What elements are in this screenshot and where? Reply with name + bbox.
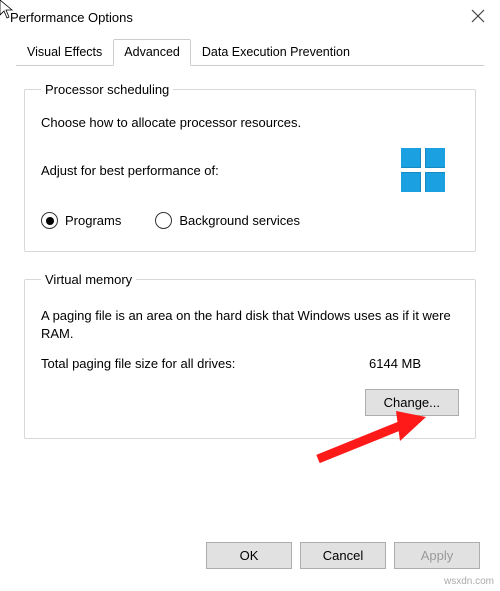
- radio-bg-label: Background services: [179, 213, 300, 228]
- dialog-buttons: OK Cancel Apply: [0, 532, 500, 569]
- ok-button[interactable]: OK: [206, 542, 292, 569]
- tab-content: Processor scheduling Choose how to alloc…: [0, 66, 500, 439]
- adjust-label: Adjust for best performance of:: [41, 163, 401, 178]
- window-title: Performance Options: [10, 10, 490, 25]
- radio-icon: [41, 212, 58, 229]
- tab-bar: Visual Effects Advanced Data Execution P…: [16, 38, 484, 66]
- change-button[interactable]: Change...: [365, 389, 459, 416]
- radio-background-services[interactable]: Background services: [155, 212, 300, 229]
- radio-icon: [155, 212, 172, 229]
- watermark: wsxdn.com: [444, 576, 494, 587]
- radio-programs[interactable]: Programs: [41, 212, 121, 229]
- tab-dep[interactable]: Data Execution Prevention: [191, 39, 361, 66]
- tab-advanced[interactable]: Advanced: [113, 39, 191, 66]
- cancel-button[interactable]: Cancel: [300, 542, 386, 569]
- virtual-memory-group: Virtual memory A paging file is an area …: [24, 272, 476, 439]
- vm-legend: Virtual memory: [41, 272, 136, 287]
- radio-programs-label: Programs: [65, 213, 121, 228]
- close-icon[interactable]: [470, 8, 486, 24]
- processor-scheduling-group: Processor scheduling Choose how to alloc…: [24, 82, 476, 252]
- windows-logo-icon: [401, 148, 445, 192]
- vm-size-label: Total paging file size for all drives:: [41, 356, 369, 371]
- apply-button[interactable]: Apply: [394, 542, 480, 569]
- tab-visual-effects[interactable]: Visual Effects: [16, 39, 113, 66]
- processor-info: Choose how to allocate processor resourc…: [41, 115, 459, 130]
- cursor-icon: [0, 0, 16, 20]
- processor-legend: Processor scheduling: [41, 82, 173, 97]
- titlebar: Performance Options: [0, 0, 500, 34]
- vm-size-value: 6144 MB: [369, 356, 459, 371]
- vm-description: A paging file is an area on the hard dis…: [41, 307, 459, 342]
